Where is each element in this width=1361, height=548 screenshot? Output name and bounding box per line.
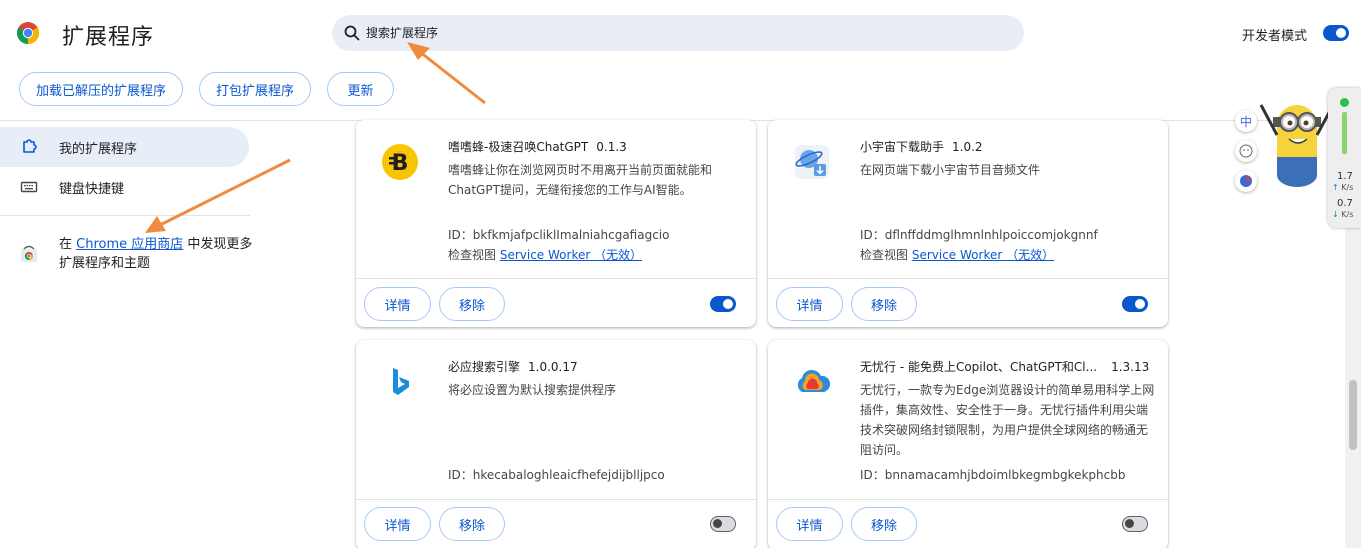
update-button[interactable]: 更新 — [327, 72, 394, 106]
store-prefix: 在 — [59, 237, 73, 252]
details-button[interactable]: 详情 — [776, 507, 843, 541]
upload-unit: K/s — [1341, 183, 1354, 192]
toggle-knob — [1125, 519, 1134, 528]
minion-mascot-icon[interactable] — [1255, 95, 1335, 195]
ime-language-button[interactable]: 中 — [1235, 110, 1257, 132]
status-dot — [1340, 98, 1349, 107]
extension-id: ID：bnnamacamhjbdoimlbkegmbgkekphcbb — [860, 468, 1126, 482]
extension-version: 1.0.0.17 — [528, 360, 578, 374]
details-button[interactable]: 详情 — [364, 287, 431, 321]
extension-description: 在网页端下载小宇宙节目音频文件 — [860, 163, 1041, 177]
card-divider — [356, 499, 756, 500]
extension-id: ID：bkfkmjafpcliklImalniahcgafiagcio — [448, 228, 670, 242]
enable-toggle[interactable] — [710, 296, 736, 312]
extension-card: 必应搜索引擎 1.0.0.17 将必应设置为默认搜索提供程序 ID：hkecaba… — [356, 340, 756, 548]
extension-id: ID：hkecabaloghleaicfhefejdijblljpco — [448, 468, 665, 482]
extension-card: 小宇宙下载助手 1.0.2 在网页端下载小宇宙节目音频文件 ID：dflnffdd… — [768, 120, 1168, 327]
sidebar-divider — [0, 215, 250, 216]
remove-button[interactable]: 移除 — [851, 287, 917, 321]
extension-name: 无忧行 - 能免费上Copilot、ChatGPT和Cl... 1.3.13 — [860, 358, 1149, 375]
bing-icon — [393, 368, 409, 395]
name-text: 嗜嗜蜂-极速召唤ChatGPT — [448, 140, 589, 154]
inspect-label: 检查视图 — [448, 248, 497, 262]
extension-name: 必应搜索引擎 1.0.0.17 — [448, 358, 578, 375]
web-store-link[interactable]: Chrome 应用商店 — [76, 237, 183, 252]
card-divider — [768, 278, 1168, 279]
service-worker-link[interactable]: Service Worker （无效） — [912, 248, 1054, 262]
extension-description: 嗜嗜蜂让你在浏览网页时不用离开当前页面就能和ChatGPT提问，无缝衔接您的工作… — [448, 163, 713, 197]
extension-description: 无忧行，一款专为Edge浏览器设计的简单易用科学上网插件，集高效性、安全性于一身… — [860, 383, 1155, 457]
sidebar-item-keyboard-shortcuts[interactable]: 键盘快捷键 — [0, 167, 249, 207]
sidebar-item-label: 键盘快捷键 — [59, 181, 125, 197]
ime-skin-icon[interactable] — [1235, 170, 1257, 192]
dev-mode-label: 开发者模式 — [1242, 29, 1308, 44]
card-divider — [768, 499, 1168, 500]
enable-toggle[interactable] — [1122, 296, 1148, 312]
service-worker-link[interactable]: Service Worker （无效） — [500, 248, 642, 262]
extension-name: 小宇宙下载助手 1.0.2 — [860, 138, 983, 155]
search-input[interactable] — [366, 15, 1006, 51]
download-unit: K/s — [1341, 210, 1354, 219]
ime-label: 中 — [1239, 114, 1252, 129]
download-arrow-icon: ↓ K/s — [1332, 210, 1354, 219]
scrollbar-thumb[interactable] — [1349, 380, 1357, 450]
remove-button[interactable]: 移除 — [439, 287, 505, 321]
toggle-knob — [713, 519, 722, 528]
inspect-views: 检查视图 Service Worker （无效） — [448, 246, 642, 263]
toggle-knob — [1336, 28, 1346, 38]
upload-speed: 1.7 — [1337, 171, 1353, 182]
web-store-icon — [21, 245, 37, 262]
load-unpacked-button[interactable]: 加载已解压的扩展程序 — [19, 72, 183, 106]
palette-icon — [1240, 175, 1252, 187]
search-icon — [344, 25, 360, 41]
header: 扩展程序 开发者模式 — [0, 0, 1361, 66]
enable-toggle[interactable] — [710, 516, 736, 532]
keyboard-icon — [20, 181, 38, 193]
extension-id: ID：dflnffddmglhmnlnhlpoiccomjokgnnf — [860, 228, 1098, 242]
inspect-views: 检查视图 Service Worker （无效） — [860, 246, 1054, 263]
card-divider — [356, 278, 756, 279]
arrow-head-store-icon — [145, 216, 166, 233]
sidebar-item-label: 我的扩展程序 — [59, 141, 138, 157]
sidebar-item-my-extensions[interactable]: 我的扩展程序 — [0, 127, 249, 167]
dev-mode-toggle[interactable] — [1323, 25, 1349, 41]
page-title: 扩展程序 — [62, 25, 155, 50]
chrome-logo-icon — [17, 22, 39, 44]
extension-card: B 嗜嗜蜂-极速召唤ChatGPT 0.1.3 嗜嗜蜂让你在浏览网页时不用离开当前… — [356, 120, 756, 327]
extension-version: 1.3.13 — [1111, 360, 1150, 374]
toggle-knob — [723, 299, 733, 309]
search-box[interactable] — [332, 15, 1024, 51]
planet-download-icon — [795, 145, 829, 179]
remove-button[interactable]: 移除 — [439, 507, 505, 541]
speed-bar — [1342, 112, 1347, 154]
upload-arrow-icon: ↑ K/s — [1332, 183, 1354, 192]
extension-name: 嗜嗜蜂-极速召唤ChatGPT 0.1.3 — [448, 138, 627, 155]
svg-text:B: B — [392, 151, 409, 176]
name-text: 无忧行 - 能免费上Copilot、ChatGPT和Cl... — [860, 360, 1098, 374]
extension-icon — [23, 139, 37, 153]
extension-card: 无忧行 - 能免费上Copilot、ChatGPT和Cl... 1.3.13 无忧… — [768, 340, 1168, 548]
extension-description: 将必应设置为默认搜索提供程序 — [448, 383, 617, 397]
enable-toggle[interactable] — [1122, 516, 1148, 532]
ime-emoji-icon[interactable] — [1235, 140, 1257, 162]
remove-button[interactable]: 移除 — [851, 507, 917, 541]
extension-version: 0.1.3 — [596, 140, 627, 154]
name-text: 必应搜索引擎 — [448, 360, 521, 374]
download-speed: 0.7 — [1337, 198, 1353, 209]
inspect-label: 检查视图 — [860, 248, 909, 262]
web-store-promo: 在 Chrome 应用商店 中发现更多扩展程序和主题 — [59, 235, 259, 273]
cloud-icon — [797, 369, 831, 392]
toggle-knob — [1135, 299, 1145, 309]
details-button[interactable]: 详情 — [776, 287, 843, 321]
name-text: 小宇宙下载助手 — [860, 140, 945, 154]
extension-version: 1.0.2 — [952, 140, 983, 154]
details-button[interactable]: 详情 — [364, 507, 431, 541]
pack-extension-button[interactable]: 打包扩展程序 — [199, 72, 311, 106]
bee-b-icon: B — [382, 144, 418, 180]
face-icon — [1239, 144, 1253, 158]
